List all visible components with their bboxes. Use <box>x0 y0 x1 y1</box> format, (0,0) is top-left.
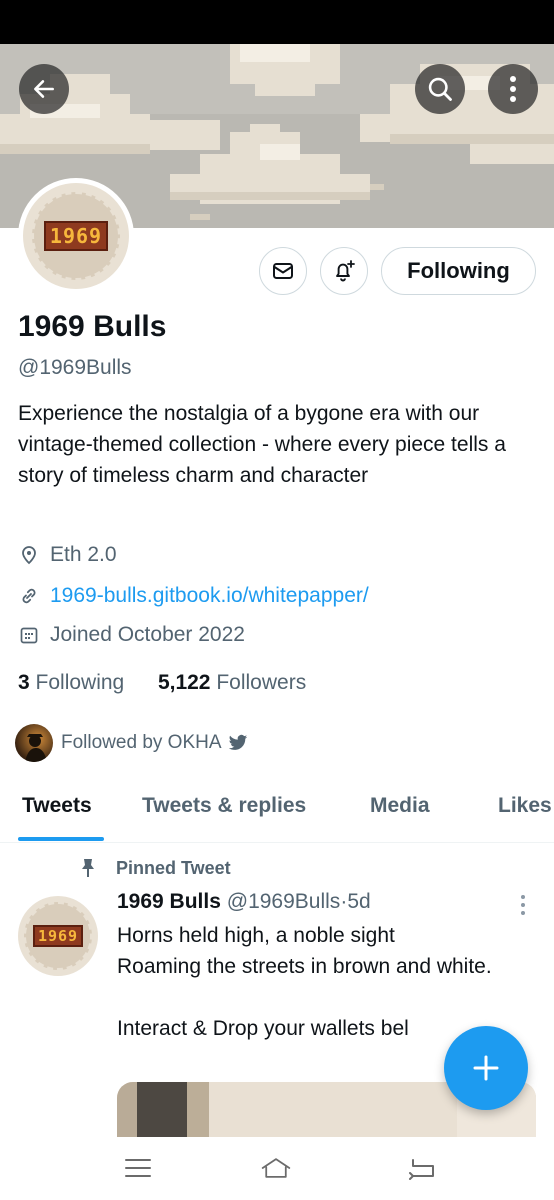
followers-count: 5,122 <box>157 671 211 694</box>
followed-by-text: Followed by OKHA <box>61 732 222 753</box>
tab-tweets[interactable]: Tweets <box>22 794 92 818</box>
system-status-bar <box>0 0 554 44</box>
profile-tabs: Tweets Tweets & replies Media Likes <box>0 782 554 843</box>
tab-tweets-and-replies[interactable]: Tweets & replies <box>142 794 306 818</box>
tab-likes[interactable]: Likes <box>498 794 552 818</box>
more-options-button[interactable] <box>488 64 538 114</box>
followers-label: Followers <box>216 671 307 694</box>
profile-joined: Joined October 2022 <box>18 623 245 647</box>
profile-website: 1969-bulls.gitbook.io/whitepapper/ <box>18 584 369 608</box>
tab-media[interactable]: Media <box>370 794 430 818</box>
joined-text: Joined October 2022 <box>50 623 245 646</box>
twitter-bird-icon <box>228 734 247 750</box>
back-icon <box>409 1159 434 1180</box>
back-button[interactable] <box>19 64 69 114</box>
notifications-button[interactable] <box>320 247 368 295</box>
nav-home-button[interactable] <box>260 1154 292 1182</box>
avatar-seal: 1969 <box>23 183 129 289</box>
following-count: 3 <box>18 671 30 694</box>
tweet-text: Horns held high, a noble sight Roaming t… <box>117 924 492 1040</box>
tweet-header: 1969 Bulls @1969Bulls·5d <box>117 890 371 914</box>
website-link[interactable]: 1969-bulls.gitbook.io/whitepapper/ <box>50 584 369 608</box>
location-text: Eth 2.0 <box>50 543 117 566</box>
profile-avatar[interactable]: 1969 <box>18 178 134 294</box>
avatar-logo-text: 1969 <box>43 221 109 251</box>
following-label: Following <box>35 671 125 694</box>
tweet-author-name[interactable]: 1969 Bulls <box>117 890 221 913</box>
tweet-avatar-logo-text: 1969 <box>32 925 84 947</box>
more-vertical-icon <box>521 895 525 915</box>
profile-location: Eth 2.0 <box>18 543 117 567</box>
profile-bio: Experience the nostalgia of a bygone era… <box>18 402 506 487</box>
followed-by-row[interactable]: Followed by OKHA <box>15 724 248 762</box>
following-button[interactable]: Following <box>381 247 536 295</box>
more-vertical-icon <box>510 76 516 102</box>
message-button[interactable] <box>259 247 307 295</box>
location-pin-icon <box>18 544 40 566</box>
tweet-age: 5d <box>347 890 371 913</box>
tweet-avatar-inner: 1969 <box>24 902 92 970</box>
search-button[interactable] <box>415 64 465 114</box>
tweet-more-button[interactable] <box>515 893 531 917</box>
follower-avatar <box>15 724 53 762</box>
calendar-icon <box>18 624 40 646</box>
home-icon <box>261 1158 291 1178</box>
tweet-author-handle: @1969Bulls <box>226 890 341 913</box>
menu-icon <box>125 1159 151 1177</box>
nav-menu-button[interactable] <box>122 1154 154 1182</box>
avatar-inner-circle: 1969 <box>32 192 120 280</box>
envelope-icon <box>273 263 293 279</box>
system-navigation-bar <box>0 1137 554 1200</box>
pinned-tweet-label: Pinned Tweet <box>78 857 231 879</box>
tweet-author-avatar[interactable]: 1969 <box>18 896 98 976</box>
active-tab-indicator <box>18 837 104 841</box>
profile-handle: @1969Bulls <box>18 356 132 379</box>
pin-icon <box>82 859 94 877</box>
profile-name: 1969 Bulls <box>18 310 167 343</box>
plus-icon <box>473 1055 499 1081</box>
following-count-link[interactable]: 3 Following <box>18 671 124 694</box>
follow-counts: 3 Following 5,122 Followers <box>18 671 306 695</box>
nav-back-button[interactable] <box>406 1154 438 1182</box>
link-icon <box>18 585 40 607</box>
search-icon <box>428 77 452 101</box>
bell-plus-icon <box>336 260 355 282</box>
pinned-tweet-text: Pinned Tweet <box>116 857 231 878</box>
followers-count-link[interactable]: 5,122 Followers <box>158 671 306 694</box>
compose-tweet-button[interactable] <box>444 1026 528 1110</box>
arrow-left-icon <box>34 80 54 98</box>
